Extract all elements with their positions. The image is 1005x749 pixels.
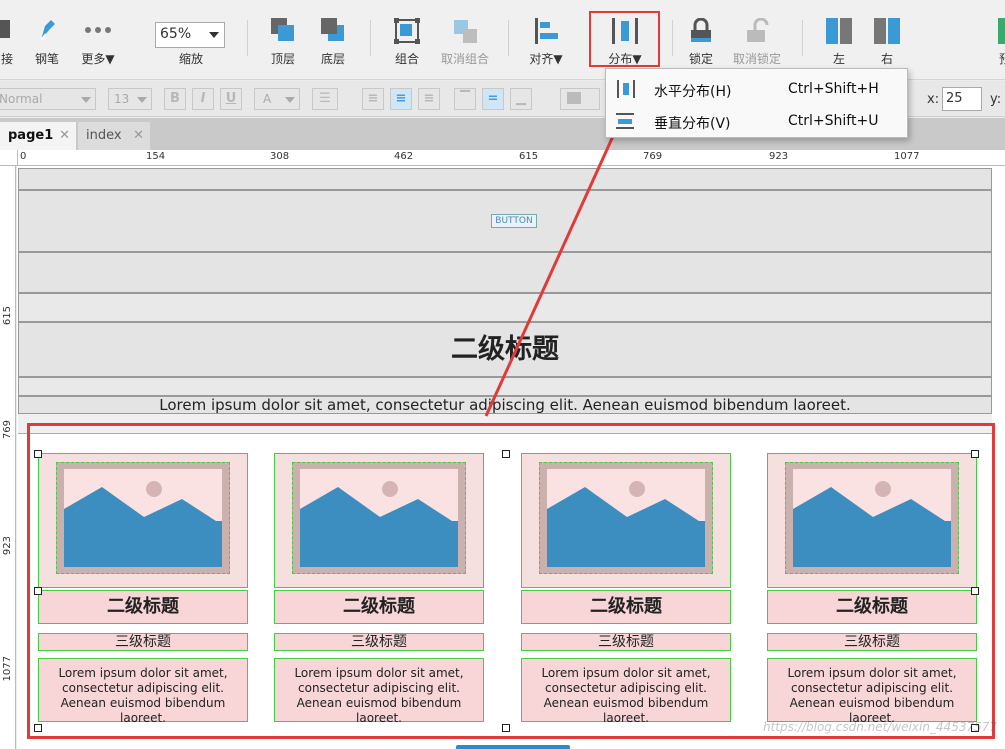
watermark: https://blog.csdn.net/weixin_44537577 <box>762 720 997 734</box>
send-back-button[interactable]: 底层 <box>316 0 350 78</box>
distribute-highlight <box>589 11 660 67</box>
lock-icon <box>691 18 711 42</box>
ruler-tick: 0 <box>20 151 27 162</box>
align-left-button[interactable]: ≡ <box>362 88 384 110</box>
group-button[interactable]: 组合 <box>390 0 424 78</box>
valign-top-button[interactable]: ▔ <box>454 88 476 110</box>
align-center-button[interactable]: ≡ <box>390 88 412 110</box>
style-select[interactable]: Normal <box>0 88 96 110</box>
tab-index[interactable]: index ✕ <box>78 122 150 150</box>
divider <box>802 20 803 56</box>
preview-icon <box>998 18 1005 44</box>
bring-front-icon <box>271 18 294 41</box>
preview-button[interactable]: 预 <box>990 0 1005 78</box>
connect-button[interactable]: 接 <box>0 0 22 78</box>
text-align-right-icon: ≡ <box>423 91 435 106</box>
ruler-tick: 154 <box>146 151 166 162</box>
text-align-center-icon: ≡ <box>395 91 407 106</box>
tab-page1[interactable]: page1 ✕ <box>0 122 76 150</box>
fill-color-icon <box>567 92 581 104</box>
unlock-button[interactable]: 取消锁定 <box>728 0 786 78</box>
chevron-down-icon <box>285 97 295 103</box>
underline-icon: U <box>225 91 237 106</box>
text-align-left-icon: ≡ <box>367 91 379 106</box>
ruler-corner <box>0 150 18 166</box>
band-widget[interactable] <box>18 377 992 396</box>
ungroup-icon <box>454 20 477 43</box>
bold-icon: B <box>170 91 180 106</box>
valign-bottom-button[interactable]: ▁ <box>510 88 532 110</box>
valign-middle-button[interactable]: = <box>482 88 504 110</box>
right-icon <box>874 18 900 44</box>
ruler-tick: 615 <box>519 151 539 162</box>
selection-highlight <box>27 423 995 739</box>
horizontal-ruler: 0 154 308 462 615 769 923 1077 <box>18 150 1005 166</box>
fill-color-select[interactable] <box>560 88 600 110</box>
valign-top-icon: ▔ <box>460 91 470 106</box>
underline-button[interactable]: U <box>220 88 242 110</box>
ruler-tick: 1077 <box>2 656 13 682</box>
ruler-tick: 923 <box>769 151 789 162</box>
left-button[interactable]: 左 <box>822 0 856 78</box>
italic-icon: I <box>200 91 206 106</box>
connect-icon <box>0 20 10 38</box>
chevron-down-icon <box>81 97 91 103</box>
pen-icon <box>40 20 55 41</box>
font-color-select[interactable]: A <box>254 88 300 110</box>
close-icon[interactable]: ✕ <box>133 128 144 143</box>
scroll-indicator[interactable] <box>456 745 570 749</box>
italic-button[interactable]: I <box>192 88 214 110</box>
align-button[interactable]: 对齐▼ <box>524 0 568 78</box>
menu-item-vertical-distribute[interactable]: 垂直分布(V) Ctrl+Shift+U <box>606 106 907 136</box>
group-icon <box>394 18 420 44</box>
bring-front-button[interactable]: 顶层 <box>266 0 300 78</box>
pen-button[interactable]: 钢笔 <box>30 0 64 78</box>
x-label: x: <box>927 92 940 107</box>
lorem-text: Lorem ipsum dolor sit amet, consectetur … <box>159 396 851 414</box>
list-button[interactable]: ☰ <box>312 88 338 110</box>
font-size-select[interactable]: 13 <box>108 88 152 110</box>
chevron-down-icon <box>137 97 147 103</box>
send-back-icon <box>321 18 344 41</box>
ruler-tick: 1077 <box>894 151 920 162</box>
ruler-tick: 615 <box>2 306 13 326</box>
bold-button[interactable]: B <box>164 88 186 110</box>
more-icon <box>85 27 111 33</box>
vertical-distribute-icon <box>616 113 634 129</box>
zoom-label-wrap: 缩放 <box>178 52 203 66</box>
divider <box>370 20 371 56</box>
font-color-icon: A <box>263 92 272 106</box>
distribute-menu: 水平分布(H) Ctrl+Shift+H 垂直分布(V) Ctrl+Shift+… <box>605 68 908 138</box>
ruler-tick: 462 <box>394 151 414 162</box>
valign-middle-icon: = <box>487 91 499 106</box>
spacer-widget[interactable] <box>18 252 992 293</box>
align-right-button[interactable]: ≡ <box>418 88 440 110</box>
align-icon <box>535 18 558 44</box>
right-button[interactable]: 右 <box>870 0 904 78</box>
ruler-tick: 923 <box>2 536 13 556</box>
left-icon <box>826 18 852 44</box>
vertical-ruler: 615 769 923 1077 <box>0 166 16 749</box>
header-bar-widget[interactable] <box>18 168 992 190</box>
divider <box>247 20 248 56</box>
valign-bottom-icon: ▁ <box>516 91 526 106</box>
y-label: y: <box>990 92 1002 107</box>
button-widget[interactable]: BUTTON <box>491 214 537 228</box>
ruler-tick: 769 <box>2 420 13 440</box>
ruler-tick: 769 <box>643 151 663 162</box>
menu-item-horizontal-distribute[interactable]: 水平分布(H) Ctrl+Shift+H <box>606 74 907 104</box>
band-widget[interactable] <box>18 293 992 322</box>
divider <box>672 20 673 56</box>
unlock-icon <box>747 18 769 42</box>
page-heading: 二级标题 <box>451 334 559 365</box>
close-icon[interactable]: ✕ <box>59 128 70 143</box>
ruler-tick: 308 <box>270 151 290 162</box>
lock-button[interactable]: 锁定 <box>684 0 718 78</box>
x-input[interactable]: 25 <box>942 87 982 111</box>
horizontal-distribute-icon <box>617 80 635 98</box>
more-button[interactable]: 更多▼ <box>76 0 120 78</box>
divider <box>508 20 509 56</box>
list-icon: ☰ <box>319 91 331 106</box>
ungroup-button[interactable]: 取消组合 <box>436 0 494 78</box>
